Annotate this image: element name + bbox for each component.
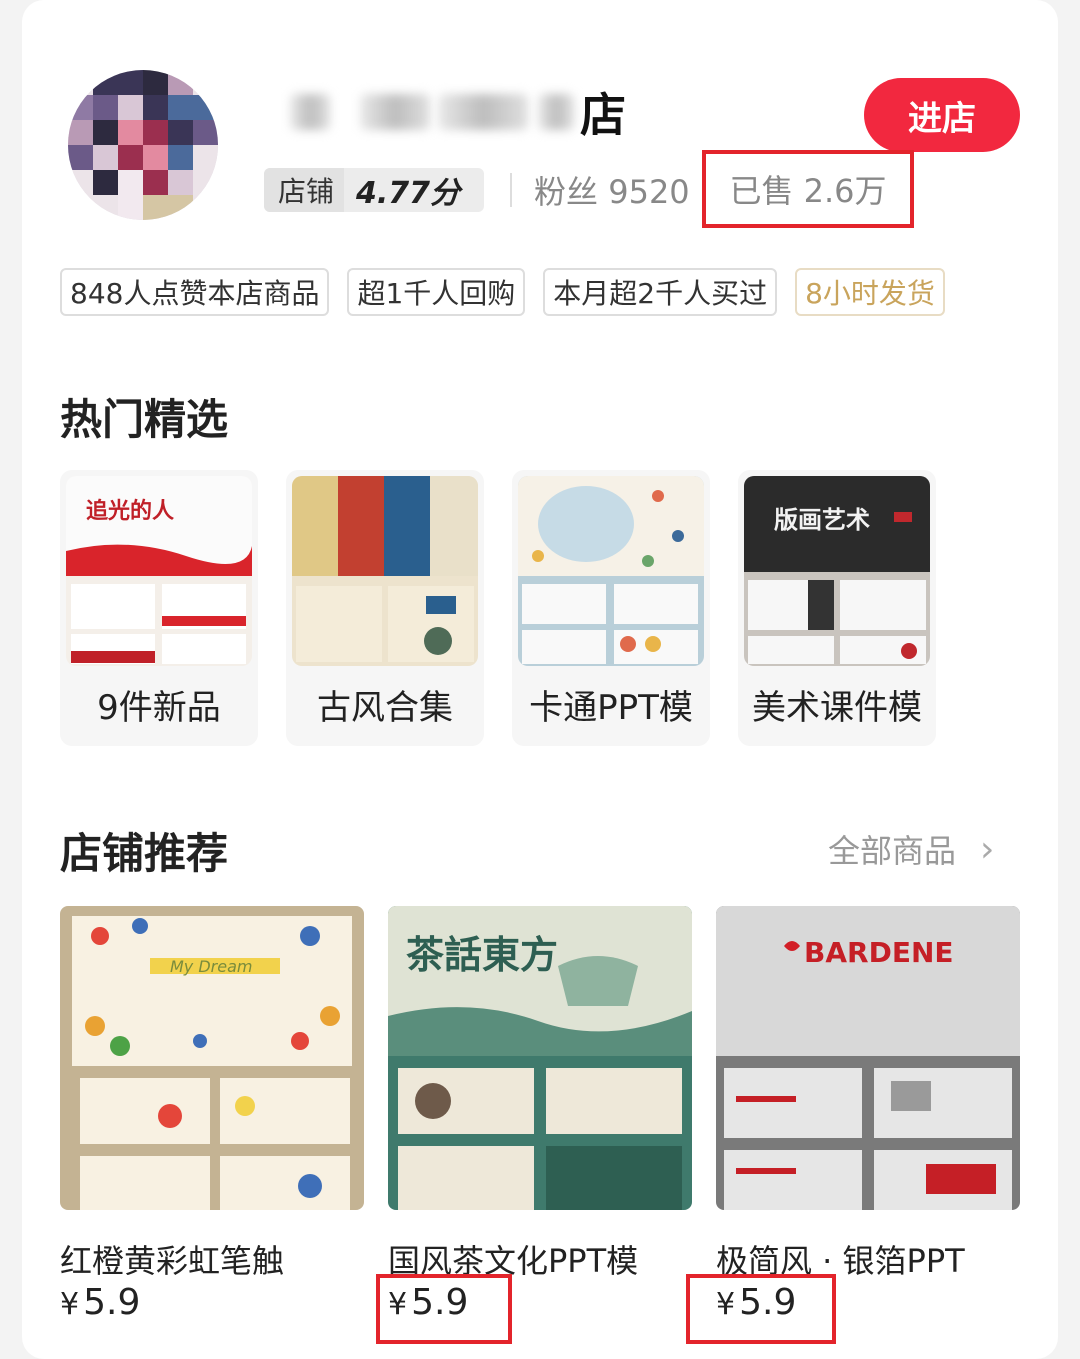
avatar-pixel <box>118 95 143 120</box>
hot-section-title: 热门精选 <box>60 395 229 444</box>
price-highlight-box <box>686 1274 836 1344</box>
hot-thumbnail: 版画艺术 <box>744 476 930 666</box>
shop-avatar[interactable] <box>68 70 218 220</box>
avatar-pixel <box>93 170 118 195</box>
hot-item-art-course[interactable]: 版画艺术 美术课件模 <box>738 470 936 746</box>
shop-tags: 848人点赞本店商品 超1千人回购 本月超2千人买过 8小时发货 <box>60 268 945 316</box>
avatar-pixel <box>118 195 143 220</box>
hot-thumb-text: 追光的人 <box>86 498 174 524</box>
shop-name[interactable]: 店 <box>290 82 626 142</box>
avatar-pixel <box>143 170 168 195</box>
sold-count: 已售 2.6万 <box>729 172 887 210</box>
see-all-label: 全部商品 <box>828 832 957 870</box>
product-title: 红橙黄彩虹笔触 <box>60 1242 285 1280</box>
currency-symbol: ¥ <box>60 1287 80 1322</box>
see-all-products-link[interactable]: 全部商品 › <box>828 826 994 872</box>
sold-count-highlighted: 已售 2.6万 <box>702 150 914 228</box>
product-price: ¥ 5.9 <box>60 1282 140 1323</box>
tag-repurchase[interactable]: 超1千人回购 <box>347 268 526 316</box>
avatar-pixel <box>93 120 118 145</box>
tag-likes[interactable]: 848人点赞本店商品 <box>60 268 330 316</box>
avatar-pixel <box>168 95 193 120</box>
enter-shop-button[interactable]: 进店 <box>864 78 1020 152</box>
blurred-name-part <box>360 94 430 130</box>
avatar-pixel <box>118 120 143 145</box>
avatar-pixel <box>118 170 143 195</box>
chevron-right-icon: › <box>980 828 995 870</box>
hot-thumbnail <box>292 476 478 666</box>
hot-thumb-text: 版画艺术 <box>774 506 870 534</box>
price-value: 5.9 <box>83 1282 141 1323</box>
product-card[interactable]: My Dream 红橙黄彩虹笔触 ¥ 5.9 <box>60 906 364 1323</box>
fans-count: 粉丝 9520 <box>534 173 690 211</box>
blurred-name-part <box>438 94 528 130</box>
product-thumbnail: BARDENE <box>716 906 1020 1210</box>
product-thumb-text: 茶話東方 <box>406 933 558 977</box>
avatar-pixel <box>143 195 168 220</box>
hot-thumbnail: 追光的人 <box>66 476 252 666</box>
blurred-name-part <box>290 94 330 130</box>
avatar-pixel <box>93 95 118 120</box>
hot-item-ancient-style[interactable]: 古风合集 <box>286 470 484 746</box>
shop-stats: 店铺 4.77分 粉丝 9520 <box>264 160 690 220</box>
avatar-pixel <box>193 145 218 170</box>
avatar-pixel <box>168 145 193 170</box>
rating-badge[interactable]: 店铺 4.77分 <box>264 168 485 212</box>
price-highlight-box <box>376 1274 512 1344</box>
product-thumbnail: My Dream <box>60 906 364 1210</box>
rating-value: 4.77分 <box>356 176 461 211</box>
product-thumb-text: BARDENE <box>804 936 954 969</box>
hot-item-label: 9件新品 <box>97 688 221 728</box>
tag-monthly-buyers[interactable]: 本月超2千人买过 <box>543 268 778 316</box>
avatar-pixel <box>193 120 218 145</box>
product-thumb-text: My Dream <box>170 957 253 976</box>
blurred-name-part <box>538 94 574 130</box>
avatar-pixel <box>93 145 118 170</box>
avatar-pixel <box>143 145 168 170</box>
hot-picks-row: 追光的人 9件新品 古风合集 卡通PPT模 版画艺术 美术课件模 <box>60 470 936 746</box>
avatar-pixel <box>118 145 143 170</box>
hot-item-cartoon[interactable]: 卡通PPT模 <box>512 470 710 746</box>
recommend-section-title: 店铺推荐 <box>60 829 229 878</box>
hot-item-label: 美术课件模 <box>752 688 922 728</box>
divider <box>510 173 513 207</box>
product-card[interactable]: 茶話東方 国风茶文化PPT模 ¥ 5.9 <box>388 906 692 1323</box>
avatar-pixel <box>143 70 168 95</box>
hot-item-new[interactable]: 追光的人 9件新品 <box>60 470 258 746</box>
avatar-pixel <box>143 120 168 145</box>
shop-name-suffix: 店 <box>580 88 626 142</box>
product-card[interactable]: BARDENE 极简风 · 银箔PPT ¥ 5.9 <box>716 906 1020 1323</box>
rating-label: 店铺 <box>264 168 345 212</box>
avatar-pixel <box>68 145 93 170</box>
avatar-pixel <box>68 120 93 145</box>
avatar-pixel <box>168 170 193 195</box>
tag-shipping[interactable]: 8小时发货 <box>795 268 945 316</box>
avatar-pixel <box>168 120 193 145</box>
avatar-pixel <box>143 95 168 120</box>
avatar-pixel <box>118 70 143 95</box>
product-thumbnail: 茶話東方 <box>388 906 692 1210</box>
hot-item-label: 卡通PPT模 <box>529 688 693 728</box>
hot-thumbnail <box>518 476 704 666</box>
hot-item-label: 古风合集 <box>317 688 453 728</box>
